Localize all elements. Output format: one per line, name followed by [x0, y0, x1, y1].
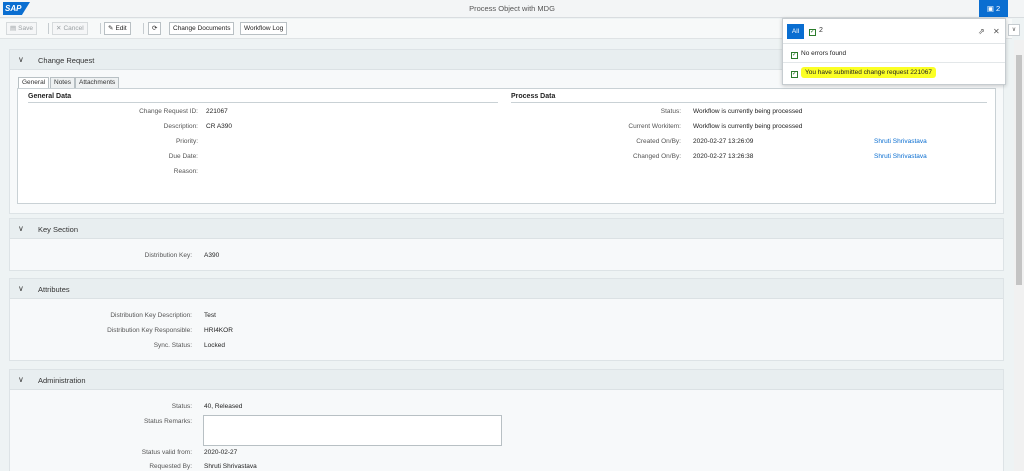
- toolbar-separator: [48, 23, 49, 34]
- changed-label: Changed On/By:: [632, 153, 681, 160]
- requested-by-label: Requested By:: [149, 463, 192, 470]
- change-documents-button[interactable]: Change Documents: [169, 22, 235, 35]
- filter-all-button[interactable]: All: [787, 24, 804, 39]
- success-icon: ✓: [791, 71, 798, 78]
- status-remarks-textarea[interactable]: [203, 415, 502, 446]
- messages-button[interactable]: ▣ 2: [979, 0, 1008, 17]
- message-icon: ▣: [986, 4, 994, 13]
- section-title: Administration: [38, 376, 86, 385]
- chevron-down-icon: ∨: [18, 284, 24, 293]
- edit-button[interactable]: ✎ Edit: [104, 22, 131, 35]
- success-icon: ✓: [791, 52, 798, 59]
- admin-status-value: 40, Released: [204, 403, 243, 410]
- cr-id-label: Change Request ID:: [139, 108, 198, 115]
- general-data-title: General Data: [28, 93, 72, 100]
- section-title: Change Request: [38, 56, 95, 65]
- section-title: Attributes: [38, 285, 70, 294]
- admin-status-label: Status:: [171, 403, 192, 410]
- message-item[interactable]: ✓ No errors found: [791, 50, 846, 59]
- created-label: Created On/By:: [636, 138, 681, 145]
- refresh-icon: ⟳: [152, 25, 158, 32]
- highlighted-message: You have submitted change request 221067: [801, 67, 936, 78]
- cancel-button[interactable]: ✕ Cancel: [52, 22, 88, 35]
- administration-section: ∨ Administration Status: 40, Released St…: [9, 369, 1004, 471]
- status-value: Workflow is currently being processed: [693, 108, 803, 115]
- save-button[interactable]: ▤ Save: [6, 22, 37, 35]
- message-item[interactable]: ✓ You have submitted change request 22106…: [791, 67, 936, 78]
- section-title: Key Section: [38, 225, 79, 234]
- collapse-button[interactable]: ∨: [1008, 24, 1020, 36]
- sync-status-value: Locked: [204, 342, 225, 349]
- toolbar-separator: [100, 23, 101, 34]
- chevron-down-icon: ∨: [18, 375, 24, 384]
- chevron-down-icon: ∨: [18, 55, 24, 64]
- message-popover: All ✓ 2 ⇗ ✕ ✓ No errors found ✓ You have su…: [782, 18, 1006, 85]
- priority-label: Priority:: [175, 138, 198, 145]
- page-title: Process Object with MDG: [469, 4, 555, 13]
- scrollbar-thumb[interactable]: [1016, 55, 1022, 285]
- success-filter-button[interactable]: ✓ 2: [809, 27, 823, 36]
- created-value: 2020-02-27 13:26:09: [693, 138, 754, 145]
- status-valid-value: 2020-02-27: [204, 449, 238, 456]
- status-valid-label: Status valid from:: [141, 449, 192, 456]
- save-icon: ▤: [10, 25, 17, 32]
- sync-status-label: Sync. Status:: [153, 342, 192, 349]
- changed-by-link[interactable]: Shruti Shrivastava: [874, 153, 927, 160]
- success-count: 2: [819, 27, 823, 34]
- dist-key-desc-value: Test: [204, 312, 216, 319]
- attributes-header[interactable]: ∨ Attributes: [10, 279, 1003, 299]
- divider: [28, 102, 498, 103]
- divider: [783, 62, 1005, 63]
- key-section: ∨ Key Section Distribution Key: A390: [9, 218, 1004, 271]
- refresh-button[interactable]: ⟳: [148, 22, 162, 35]
- dist-key-desc-label: Distribution Key Description:: [110, 312, 192, 319]
- dist-key-responsible-value: HRI4KOR: [204, 327, 233, 334]
- requested-by-value: Shruti Shrivastava: [204, 463, 257, 470]
- process-data-title: Process Data: [511, 93, 556, 100]
- status-label: Status:: [660, 108, 681, 115]
- close-icon[interactable]: ✕: [993, 27, 1000, 36]
- distribution-key-label: Distribution Key:: [144, 252, 192, 259]
- attributes-section: ∨ Attributes Distribution Key Descriptio…: [9, 278, 1004, 361]
- cancel-icon: ✕: [56, 25, 62, 32]
- workflow-log-button[interactable]: Workflow Log: [240, 22, 288, 35]
- status-remarks-label: Status Remarks:: [143, 418, 192, 425]
- changed-value: 2020-02-27 13:26:38: [693, 153, 754, 160]
- administration-header[interactable]: ∨ Administration: [10, 370, 1003, 390]
- chevron-down-icon: ∨: [1011, 27, 1017, 33]
- description-label: Description:: [163, 123, 198, 130]
- divider: [511, 102, 987, 103]
- popover-header: All ✓ 2 ⇗ ✕: [783, 19, 1005, 44]
- due-date-label: Due Date:: [168, 153, 198, 160]
- description-value: CR A390: [206, 123, 233, 130]
- detach-icon[interactable]: ⇗: [978, 27, 985, 36]
- checkbox-icon: ✓: [809, 29, 816, 36]
- messages-count: 2: [996, 4, 1001, 13]
- toolbar-separator: [143, 23, 144, 34]
- shell-bar: SAP Process Object with MDG ▣ 2: [0, 0, 1024, 18]
- chevron-down-icon: ∨: [18, 224, 24, 233]
- created-by-link[interactable]: Shruti Shrivastava: [874, 138, 927, 145]
- general-panel: General Data Process Data Change Request…: [17, 88, 996, 204]
- dist-key-responsible-label: Distribution Key Responsible:: [107, 327, 192, 334]
- distribution-key-value: A390: [204, 252, 220, 259]
- key-section-header[interactable]: ∨ Key Section: [10, 219, 1003, 239]
- pencil-icon: ✎: [108, 25, 114, 32]
- reason-label: Reason:: [173, 168, 198, 175]
- workitem-label: Current Workitem:: [628, 123, 681, 130]
- workitem-value: Workflow is currently being processed: [693, 123, 803, 130]
- cr-id-value: 221067: [206, 108, 228, 115]
